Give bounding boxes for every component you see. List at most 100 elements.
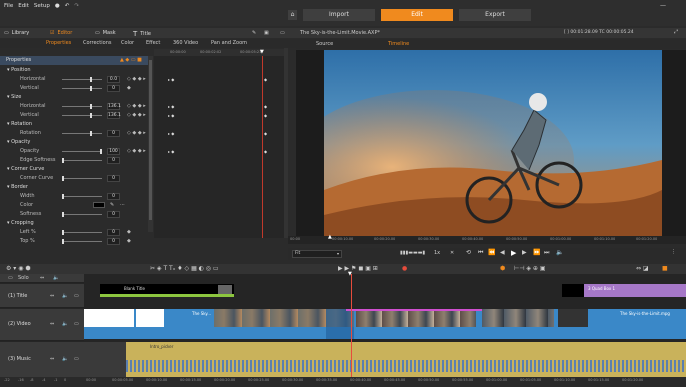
volume-icon[interactable]: 🔈 [556,249,563,256]
preview-ruler[interactable]: 00:00 00:00:10.00 00:00:20.00 00:00:30.0… [288,234,686,244]
tab-editor[interactable]: ☑ Editor [50,30,72,36]
slider-knob[interactable] [62,230,64,235]
tab-export[interactable]: Export [459,9,531,21]
section-corner-curve[interactable]: ▾ Corner Curve [0,165,148,174]
section-position[interactable]: ▾ Position [0,66,148,75]
keyframe-marker-icon[interactable]: ▸ ◆ [168,149,174,154]
expand-icon[interactable]: ▣ [264,30,269,36]
solo-icon[interactable]: ▭ [8,275,13,281]
more-options-icon[interactable]: ⋮ [671,249,676,255]
step-forward-icon[interactable]: ⏩ [533,249,540,256]
link-icon[interactable]: ⇔ [50,321,54,327]
monitor-icon[interactable]: ▭ [74,356,79,362]
layout-icon[interactable]: ▭ [280,30,285,36]
subtab-pan-zoom[interactable]: Pan and Zoom [211,40,247,46]
tab-title[interactable]: T Title [133,30,151,38]
slider-knob[interactable] [62,194,64,199]
track-name[interactable]: (1) Title [8,293,27,299]
slider-knob[interactable] [90,77,92,82]
reset-icon[interactable]: ▲ ◆ ▭ ■ [120,57,142,63]
top-value[interactable]: 0 [107,238,120,245]
speaker-icon[interactable]: 🔈 [62,321,68,327]
monitor-icon[interactable]: ▭ [74,321,79,327]
width-slider[interactable] [62,194,102,199]
subtab-360-video[interactable]: 360 Video [173,40,198,46]
speaker-icon[interactable]: 🔈 [62,356,68,362]
preview-playhead-icon[interactable]: ▲ [328,234,332,240]
pointer-icon[interactable]: ⬢ [500,265,505,272]
edge-softness-value[interactable]: 0 [107,157,120,164]
timecode-readout[interactable]: [ ] 00:01:28.09 TC 00:00:05.24 [564,30,634,35]
next-frame-icon[interactable]: ▶ [522,249,527,256]
keyframe-icon[interactable]: ◆ [127,229,131,235]
keyframe-marker-icon[interactable]: ◆ [264,113,267,118]
slider-knob[interactable] [90,86,92,91]
edit-tools-icon[interactable]: ✂ ◈ T Tₓ ♦ ◇ ▦ ◐ ◎ ▭ [150,265,219,272]
trim-tools-icon[interactable]: ⊢⊣ ◈ ⊕ ▣ [514,265,546,272]
undo-icon[interactable]: ↶ [65,3,70,9]
preview-video-frame[interactable] [324,50,662,240]
top-slider[interactable] [62,239,102,244]
edge-softness-slider[interactable] [62,158,102,163]
slider-knob[interactable] [62,176,64,181]
speed-readout[interactable]: 1x [434,250,440,256]
music-clip[interactable]: Intro_picker [126,342,686,378]
link-icon[interactable]: ⇔ [40,275,44,281]
snap-icon[interactable]: ■ [662,265,668,272]
slider-knob[interactable] [62,239,64,244]
video-track-clips[interactable]: whitebg... The Sky... The Sky-is-the-Lim… [84,309,686,339]
link-icon[interactable]: ⇔ [50,293,54,299]
help-icon[interactable]: ● [55,3,60,9]
section-size[interactable]: ▾ Size [0,93,148,102]
step-back-icon[interactable]: ⏪ [488,249,495,256]
prev-frame-icon[interactable]: ◀ [500,249,505,256]
section-cropping[interactable]: ▾ Cropping [0,219,148,228]
opacity-slider[interactable] [62,149,102,154]
track-name[interactable]: (2) Video [8,321,31,327]
keyframe-marker-icon[interactable]: ▸ ◆ [168,77,174,82]
timeline-ruler[interactable]: -22 -16 -8 -4 -1 0 00:00 00:00:05.00 00:… [0,377,686,387]
keyframe-icon[interactable]: ◆ [127,85,131,91]
keyframe-icon[interactable]: ◆ [127,238,131,244]
zoom-icons[interactable]: ⇔ ◪ [636,265,649,272]
corner-curve-slider[interactable] [62,176,102,181]
slider-knob[interactable] [90,104,92,109]
playhead-marker-icon[interactable]: ▼ [260,49,264,55]
slider-knob[interactable] [90,131,92,136]
zoom-dropdown[interactable]: Fit ▾ [292,250,342,258]
loop-icon[interactable]: ⟲ [466,249,471,256]
subtab-properties[interactable]: Properties [46,40,71,46]
tab-edit[interactable]: Edit [381,9,453,21]
slider-knob[interactable] [100,149,102,154]
keyframe-marker-icon[interactable]: ▸ ◆ [168,131,174,136]
pin-icon[interactable]: ✎ [252,30,256,36]
keyframe-icon[interactable]: ◇ ◆ ◆ ▸ [127,130,146,136]
rotation-value[interactable]: 0 [107,130,120,137]
corner-curve-value[interactable]: 0 [107,175,120,182]
section-opacity[interactable]: ▾ Opacity [0,138,148,147]
track-settings-icon[interactable]: ⚙ ▾ ◉ ⬢ [6,265,31,272]
color-swatch[interactable] [93,202,105,208]
marker-tools-icon[interactable]: ▶ ▶ ⚑ ◼ ▣ ⊞ [338,265,378,272]
size-h-slider[interactable] [62,104,102,109]
size-v-value[interactable]: 136.1 [107,112,121,119]
keyframe-marker-icon[interactable]: ◆ [264,149,267,154]
vertical-slider[interactable] [62,86,102,91]
speaker-icon[interactable]: 🔈 [53,275,59,281]
keyframe-icon[interactable]: ◇ ◆ ◆ ▸ [127,112,146,118]
section-rotation[interactable]: ▾ Rotation [0,120,148,129]
minimize-icon[interactable]: — [660,2,666,9]
keyframe-marker-icon[interactable]: ◆ [264,77,267,82]
menu-file[interactable]: File [4,3,13,9]
size-h-value[interactable]: 136.1 [107,103,121,110]
play-icon[interactable]: ▶ [511,249,516,257]
stop-icon[interactable]: ✕ [450,250,454,256]
slider-knob[interactable] [90,113,92,118]
keyframe-marker-icon[interactable]: ▸ ◆ [168,104,174,109]
subtab-effect[interactable]: Effect [146,40,160,46]
slider-knob[interactable] [62,212,64,217]
speaker-icon[interactable]: 🔈 [62,293,68,299]
link-icon[interactable]: ⇔ [50,356,54,362]
keyframe-icon[interactable]: ◇ ◆ ◆ ▸ [127,76,146,82]
keyframe-marker-icon[interactable]: ◆ [264,104,267,109]
